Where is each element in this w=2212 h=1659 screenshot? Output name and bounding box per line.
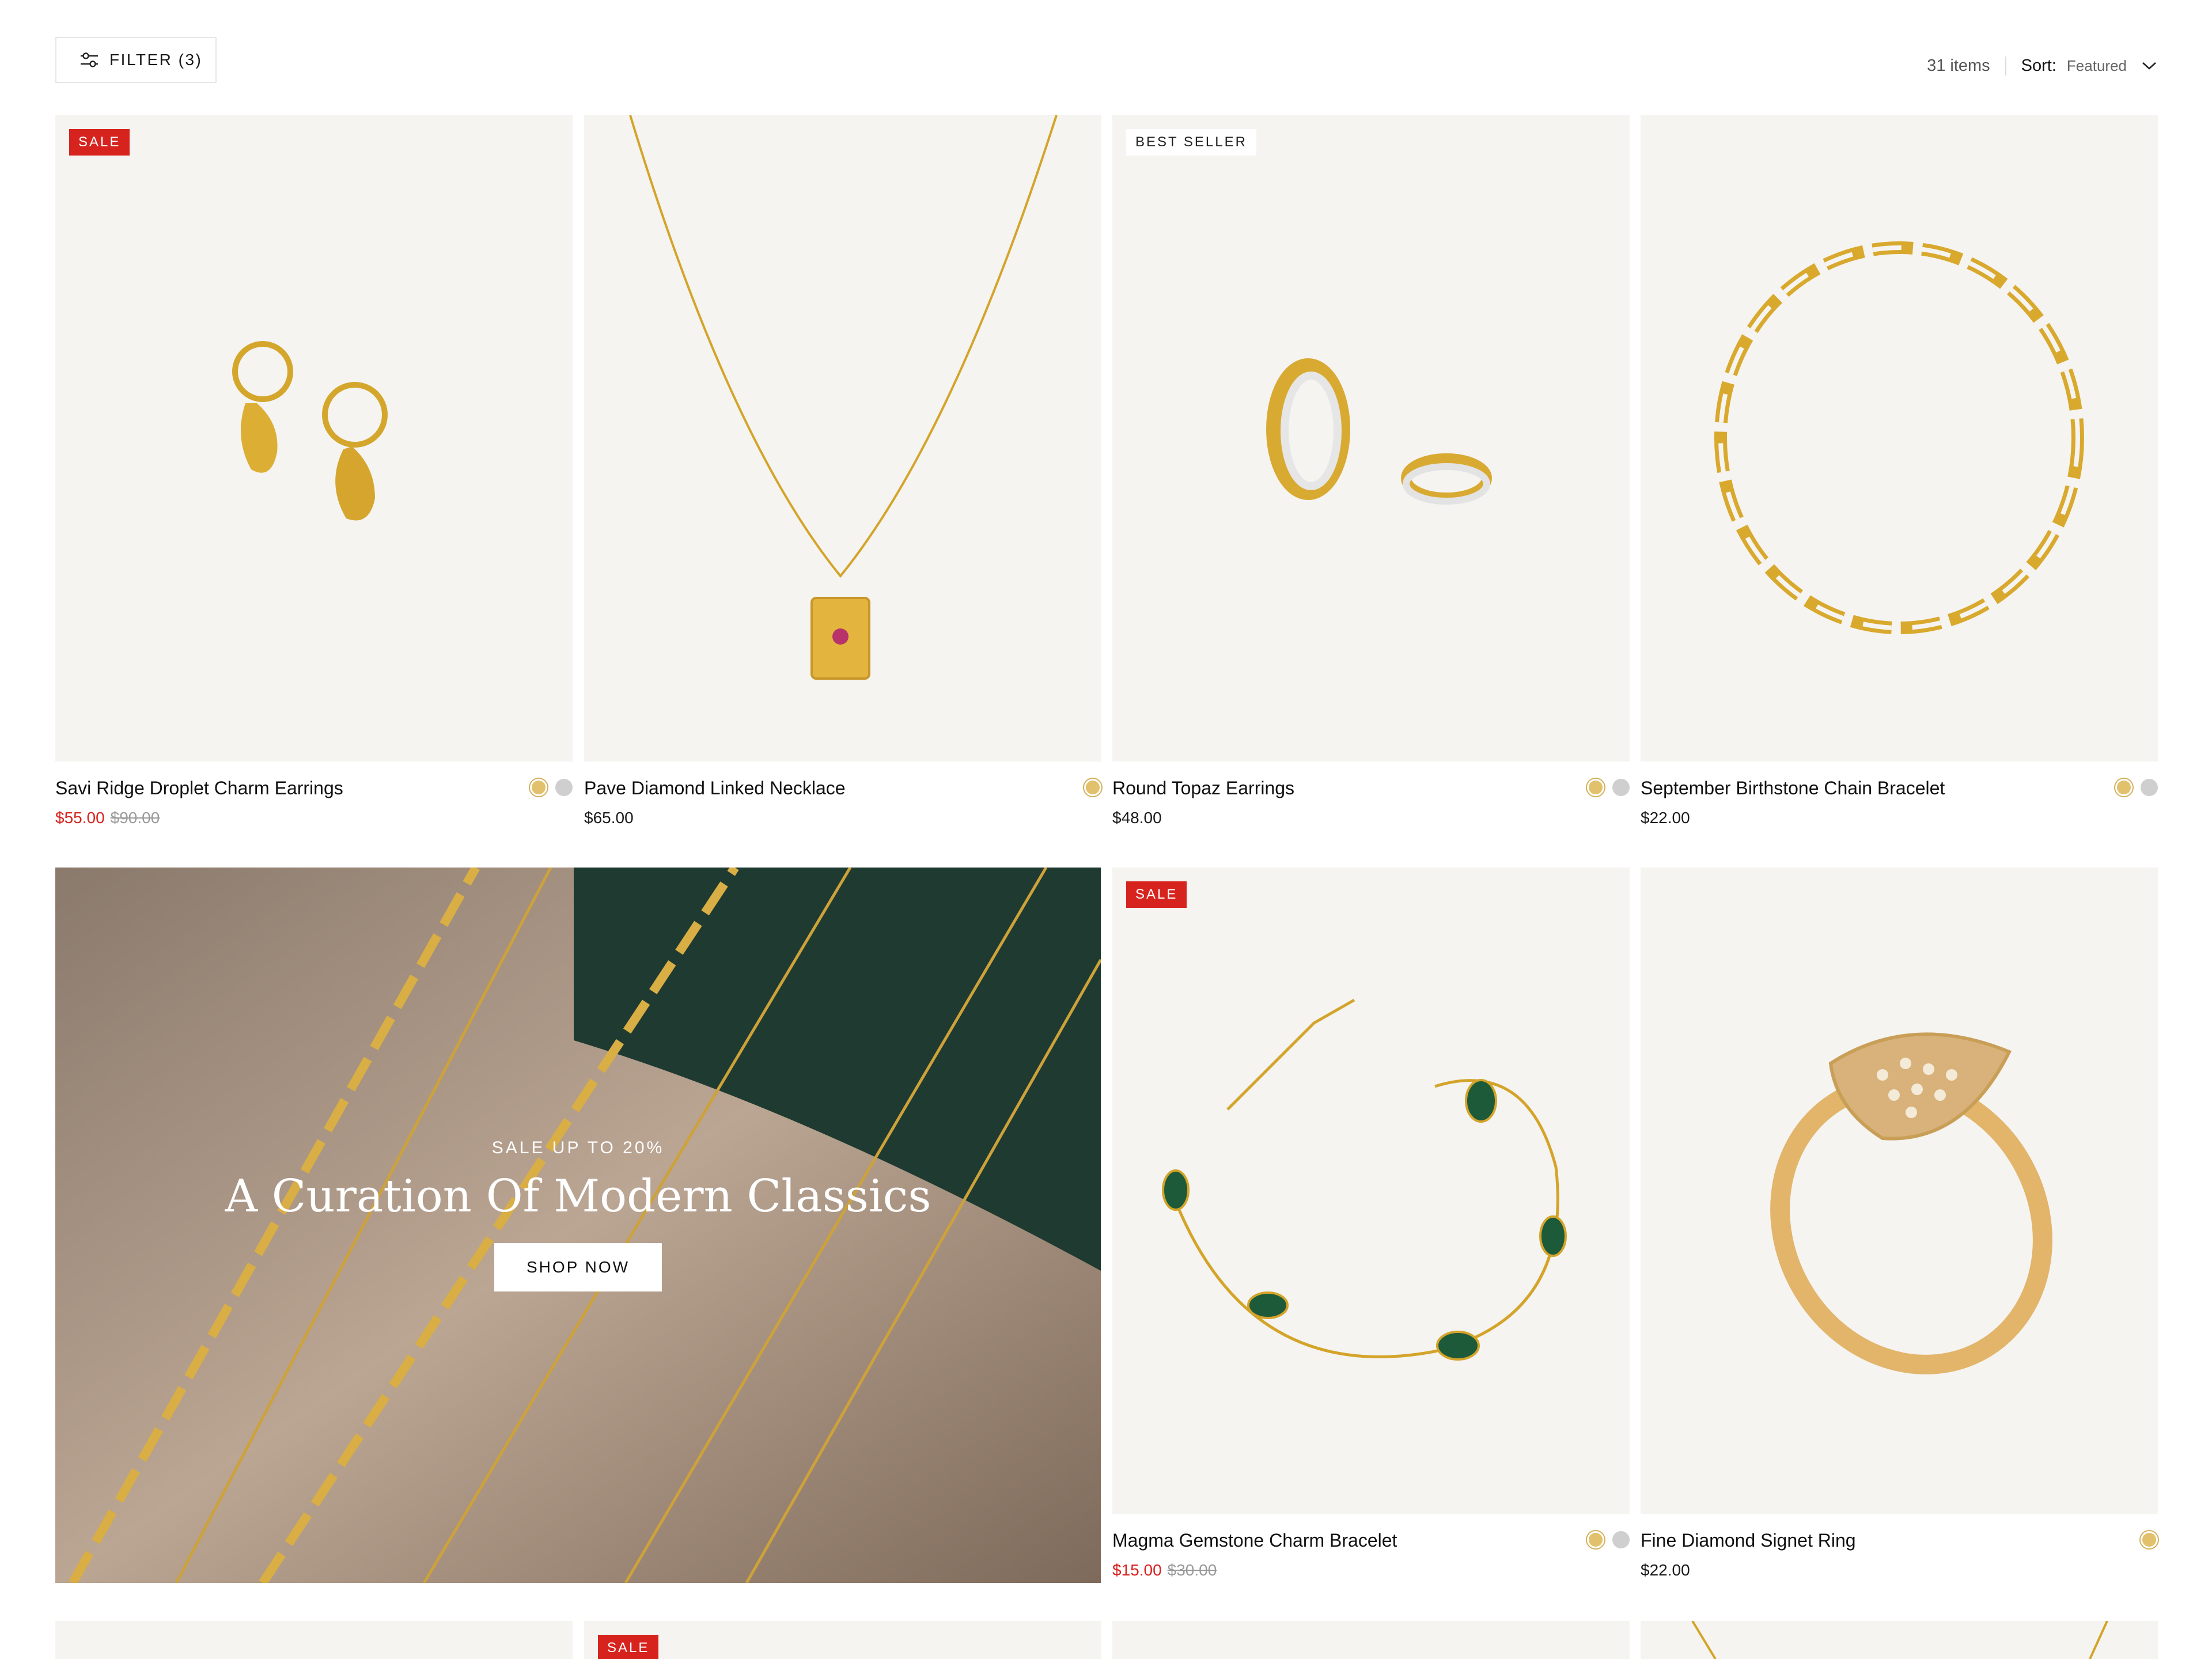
product-image[interactable]: SALE (1112, 868, 1630, 1514)
color-swatches (2141, 1531, 2158, 1548)
price-group: $55.00 $90.00 (55, 809, 160, 827)
hoop-earrings-image (1266, 358, 1492, 505)
sale-badge: SALE (1126, 881, 1187, 908)
sale-price: $55.00 (55, 809, 105, 827)
product-image[interactable] (1112, 1621, 1630, 1659)
compare-price: $90.00 (110, 809, 160, 827)
product-title[interactable]: September Birthstone Chain Bracelet (1641, 778, 1945, 799)
swatch-gold[interactable] (1587, 779, 1604, 796)
price: $22.00 (1641, 809, 1690, 827)
price-group: $22.00 (1641, 1561, 1690, 1580)
price-group: $15.00 $30.00 (1112, 1561, 1217, 1580)
product-image[interactable]: SALE (584, 1621, 1101, 1659)
price: $48.00 (1112, 809, 1162, 827)
swatch-gold[interactable] (2115, 779, 2133, 796)
product-image[interactable]: SALE (55, 115, 573, 762)
swatch-silver[interactable] (555, 779, 573, 796)
filter-label: FILTER (3) (109, 51, 203, 69)
shop-now-button[interactable]: SHOP NOW (494, 1243, 662, 1291)
color-swatches (1084, 779, 1101, 796)
best-seller-badge: BEST SELLER (1126, 129, 1256, 156)
filter-sliders-icon (81, 52, 98, 67)
product-card[interactable]: Fine Diamond Signet Ring $22.00 (1641, 868, 2158, 1594)
product-title[interactable]: Savi Ridge Droplet Charm Earrings (55, 778, 343, 799)
product-image[interactable] (1641, 1621, 2158, 1659)
sale-price: $15.00 (1112, 1561, 1162, 1579)
swatch-silver[interactable] (1612, 1531, 1630, 1548)
necklace-image (1691, 1621, 2108, 1659)
swatch-gold[interactable] (2141, 1531, 2158, 1548)
product-title[interactable]: Round Topaz Earrings (1112, 778, 1294, 799)
sale-badge: SALE (69, 129, 130, 156)
product-image[interactable] (1641, 868, 2158, 1514)
color-swatches (2115, 779, 2158, 796)
swatch-gold[interactable] (1587, 1531, 1604, 1548)
product-card[interactable]: SALE Savi Ridge Droplet Charm Earrings $… (55, 115, 573, 842)
swatch-silver[interactable] (2141, 779, 2158, 796)
price: $65.00 (584, 809, 634, 827)
necklace-image (629, 115, 1058, 680)
product-image[interactable] (584, 115, 1101, 762)
swatch-gold[interactable] (1084, 779, 1101, 796)
gemstone-bracelet-image (1162, 998, 1567, 1361)
price: $22.00 (1641, 1561, 1690, 1579)
color-swatches (530, 779, 573, 796)
banner-eyebrow: SALE UP TO 20% (491, 1138, 665, 1157)
color-swatches (1587, 1531, 1630, 1548)
product-card[interactable]: Pave Diamond Linked Necklace $65.00 (584, 115, 1101, 842)
product-card[interactable]: September Birthstone Chain Bracelet $22.… (1641, 115, 2158, 842)
sort-dropdown[interactable]: Featured (2067, 57, 2127, 75)
swatch-silver[interactable] (1612, 779, 1630, 796)
banner-content: SALE UP TO 20% A Curation Of Modern Clas… (55, 1138, 1101, 1291)
price-group: $22.00 (1641, 809, 1690, 827)
banner-title: A Curation Of Modern Classics (225, 1171, 931, 1222)
product-title[interactable]: Magma Gemstone Charm Bracelet (1112, 1530, 1397, 1551)
price-group: $65.00 (584, 809, 634, 827)
product-image[interactable]: BEST SELLER (1112, 115, 1630, 762)
filter-button[interactable]: FILTER (3) (55, 37, 217, 83)
chevron-down-icon[interactable] (2142, 61, 2157, 70)
product-title[interactable]: Fine Diamond Signet Ring (1641, 1530, 1856, 1551)
chain-bracelet-image (1714, 241, 2084, 634)
price-group: $48.00 (1112, 809, 1162, 827)
product-title[interactable]: Pave Diamond Linked Necklace (584, 778, 846, 799)
promo-banner[interactable]: SALE UP TO 20% A Curation Of Modern Clas… (55, 868, 1101, 1583)
sort-label: Sort: (2021, 56, 2056, 75)
product-card[interactable]: BEST SELLER Round Topaz Earrings $48.00 (1112, 115, 1630, 842)
items-count: 31 items (1927, 56, 2006, 75)
sort-toolbar: 31 items Sort: Featured (1927, 45, 2157, 86)
product-image[interactable] (55, 1621, 573, 1659)
signet-ring-image (1770, 1032, 2052, 1374)
sale-badge: SALE (598, 1635, 659, 1659)
swatch-gold[interactable] (530, 779, 547, 796)
earrings-image (232, 341, 388, 521)
compare-price: $30.00 (1167, 1561, 1217, 1579)
product-card[interactable]: SALE Magma Gemstone Charm Bracelet $15.0… (1112, 868, 1630, 1594)
product-image[interactable] (1641, 115, 2158, 762)
color-swatches (1587, 779, 1630, 796)
